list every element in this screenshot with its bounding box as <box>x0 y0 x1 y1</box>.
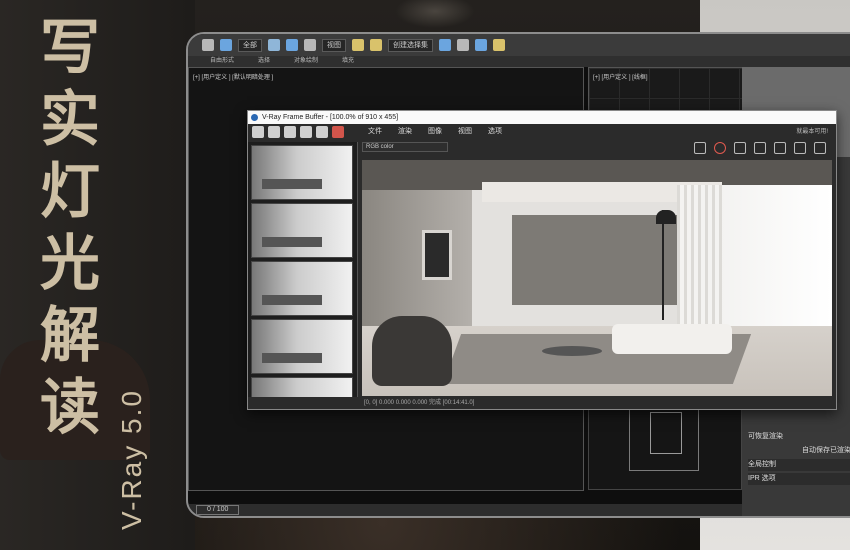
render-back-wall <box>512 215 692 305</box>
region-render-icon[interactable] <box>734 142 746 154</box>
percent-snap-icon[interactable] <box>370 39 382 51</box>
render-coffee-table <box>542 346 602 356</box>
main-toolbar: 全部 视图 创建选择集 <box>188 34 850 56</box>
render-setup-icon[interactable] <box>475 39 487 51</box>
render-left-wall <box>362 190 472 330</box>
select-icon[interactable] <box>268 39 280 51</box>
render-lamp-shade <box>656 210 676 224</box>
delete-icon[interactable] <box>332 126 344 138</box>
vfb-titlebar[interactable]: V-Ray Frame Buffer - [100.0% of 910 x 45… <box>248 111 836 124</box>
menu-item[interactable]: 选项 <box>488 126 502 138</box>
history-thumbnail[interactable] <box>251 261 353 316</box>
render-lounge-chair <box>372 316 452 386</box>
lens-effects-icon[interactable] <box>754 142 766 154</box>
background-ceiling-lamp <box>395 0 475 28</box>
ribbon-tab[interactable]: 填充 <box>342 56 354 67</box>
timeline-bar: 0 / 100 <box>188 504 748 516</box>
reference-coordinate-dropdown[interactable]: 视图 <box>322 38 346 52</box>
stop-render-icon[interactable] <box>714 142 726 154</box>
hero-subtitle: V-Ray 5.0 <box>116 389 147 530</box>
panel-option[interactable]: 可恢复渲染 <box>748 431 850 443</box>
menu-item[interactable]: 文件 <box>368 126 382 138</box>
hero-title: 写 实 灯 光 解 读 <box>24 18 116 438</box>
viewport-label[interactable]: [+] [用户定义 ] [线框] <box>593 72 648 81</box>
ab-vertical-icon[interactable] <box>300 126 312 138</box>
ab-horizontal-icon[interactable] <box>316 126 328 138</box>
hero-title-char: 灯 <box>40 157 100 227</box>
ab-compare-icon[interactable] <box>268 126 280 138</box>
vfb-menu: 文件 渲染 图像 视图 选项 <box>368 126 502 138</box>
history-toolbar <box>250 126 356 140</box>
hero-title-char: 光 <box>40 229 100 299</box>
rotate-icon[interactable] <box>304 39 316 51</box>
history-thumbnail[interactable] <box>251 145 353 200</box>
vfb-status-text: 就最本可用! <box>796 129 828 135</box>
save-history-icon[interactable] <box>252 126 264 138</box>
ribbon-tab[interactable]: 自由形式 <box>210 56 234 67</box>
vfb-toolbar <box>694 142 826 154</box>
history-thumbnail[interactable] <box>251 203 353 258</box>
vfb-title-text: V-Ray Frame Buffer - [100.0% of 910 x 45… <box>262 114 399 121</box>
menu-item[interactable]: 渲染 <box>398 126 412 138</box>
vfb-status-bar: [0, 0] 0.000 0.000 0.000 完成 [00:14:41.0] <box>364 400 475 406</box>
vray-frame-buffer-window: V-Ray Frame Buffer - [100.0% of 910 x 45… <box>247 110 837 410</box>
render-wall-art <box>422 230 452 280</box>
history-thumbnail[interactable] <box>251 377 353 397</box>
history-panel <box>248 142 358 397</box>
render-sofa <box>612 324 732 354</box>
channel-dropdown[interactable]: RGB color <box>362 142 448 152</box>
vfb-body: 文件 渲染 图像 视图 选项 就最本可用! RGB color [0, 0] 0… <box>248 124 836 409</box>
menu-item[interactable]: 图像 <box>428 126 442 138</box>
render-image <box>362 160 832 396</box>
hero-title-char: 读 <box>40 373 100 443</box>
move-icon[interactable] <box>286 39 298 51</box>
time-slider[interactable]: 0 / 100 <box>196 505 240 515</box>
teapot-update-icon[interactable] <box>814 142 826 154</box>
save-image-icon[interactable] <box>694 142 706 154</box>
rollout-header[interactable]: 全局控制 <box>748 459 850 471</box>
link-icon[interactable] <box>202 39 214 51</box>
ab-compare-icon[interactable] <box>284 126 296 138</box>
hero-title-char: 实 <box>40 85 100 155</box>
viewport-label[interactable]: [+] [用户定义 ] [默认明暗处理 ] <box>193 72 273 81</box>
named-selection-dropdown[interactable]: 创建选择集 <box>388 38 433 52</box>
layer-icon[interactable] <box>457 39 469 51</box>
ribbon-tabs: 自由形式 选择 对象绘制 填充 <box>188 56 850 67</box>
panel-option[interactable]: 自动保存已渲染 <box>802 445 850 457</box>
snap-icon[interactable] <box>352 39 364 51</box>
vray-logo-icon <box>251 114 258 121</box>
hero-title-char: 解 <box>40 301 100 371</box>
ribbon-tab[interactable]: 选择 <box>258 56 270 67</box>
render-floor-lamp <box>662 210 664 320</box>
rollout-header[interactable]: IPR 选项 <box>748 473 850 485</box>
menu-item[interactable]: 视图 <box>458 126 472 138</box>
hero-title-char: 写 <box>40 13 100 83</box>
render-icon[interactable] <box>493 39 505 51</box>
unlink-icon[interactable] <box>220 39 232 51</box>
teapot-interactive-icon[interactable] <box>794 142 806 154</box>
ribbon-tab[interactable]: 对象绘制 <box>294 56 318 67</box>
mirror-icon[interactable] <box>439 39 451 51</box>
history-thumbnail[interactable] <box>251 319 353 374</box>
selection-filter-dropdown[interactable]: 全部 <box>238 38 262 52</box>
teapot-render-icon[interactable] <box>774 142 786 154</box>
